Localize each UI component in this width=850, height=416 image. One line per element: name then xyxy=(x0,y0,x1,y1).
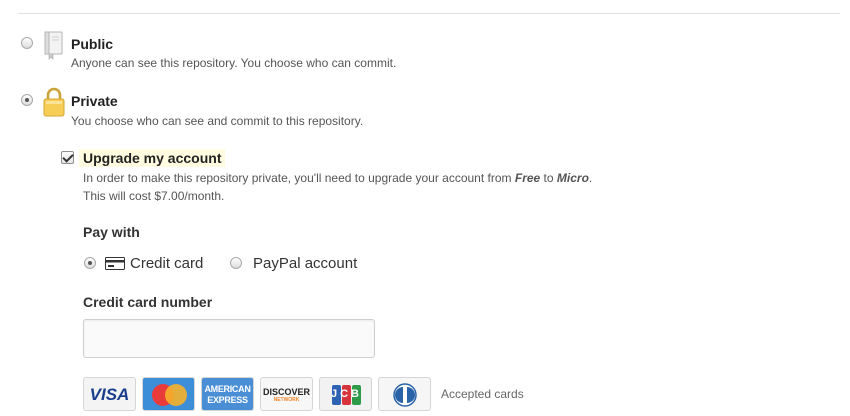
private-title: Private xyxy=(71,93,118,109)
cc-number-label: Credit card number xyxy=(83,294,213,310)
public-radio[interactable] xyxy=(21,37,33,49)
upgrade-description: In order to make this repository private… xyxy=(83,171,592,185)
amex-card-icon: AMERICAN EXPRESS xyxy=(201,377,254,411)
upgrade-text-post: . xyxy=(588,171,593,185)
pay-with-heading: Pay with xyxy=(83,224,140,240)
accepted-cards-label: Accepted cards xyxy=(441,387,524,401)
discover-text: DISCOVER xyxy=(262,387,310,397)
discover-card-icon: DISCOVER NETWORK xyxy=(260,377,313,411)
credit-card-option-label[interactable]: Credit card xyxy=(130,255,203,272)
public-title: Public xyxy=(71,36,114,52)
jcb-card-icon: JCB xyxy=(319,377,372,411)
upgrade-checkbox[interactable] xyxy=(61,151,74,164)
repo-book-icon xyxy=(43,31,65,60)
top-divider xyxy=(18,13,840,14)
visa-text: VISA xyxy=(89,385,130,404)
jcb-text: JCB xyxy=(330,388,362,400)
amex-line1: AMERICAN xyxy=(204,384,251,394)
visa-card-icon: VISA xyxy=(83,377,136,411)
private-description: You choose who can see and commit to thi… xyxy=(71,114,364,128)
from-plan: Free xyxy=(514,171,541,185)
paypal-option-label[interactable]: PayPal account xyxy=(253,255,357,272)
diners-club-card-icon xyxy=(378,377,431,411)
upgrade-text-pre: In order to make this repository private… xyxy=(83,171,515,185)
public-description: Anyone can see this repository. You choo… xyxy=(71,56,397,70)
private-radio[interactable] xyxy=(21,94,33,106)
discover-network-text: NETWORK xyxy=(273,397,300,403)
upgrade-cost: This will cost $7.00/month. xyxy=(83,189,225,203)
cc-number-input[interactable] xyxy=(83,319,375,358)
amex-line2: EXPRESS xyxy=(207,395,248,405)
credit-card-icon xyxy=(105,257,125,270)
to-word: to xyxy=(540,171,557,185)
to-plan: Micro xyxy=(556,171,589,185)
paypal-radio[interactable] xyxy=(230,257,242,269)
mastercard-icon xyxy=(142,377,195,411)
credit-card-radio[interactable] xyxy=(84,257,96,269)
padlock-icon xyxy=(42,86,66,118)
upgrade-label[interactable]: Upgrade my account xyxy=(79,149,226,167)
